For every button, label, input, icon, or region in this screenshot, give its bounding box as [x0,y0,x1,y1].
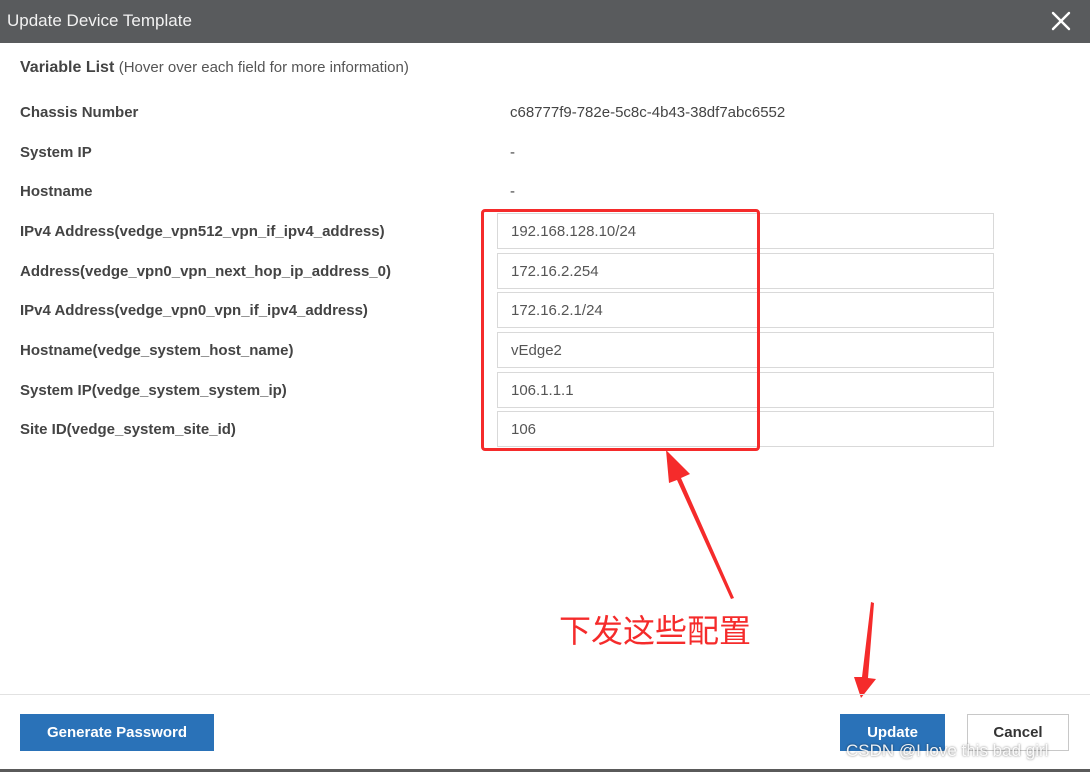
vpn0-ipv4-address-input[interactable] [497,292,994,328]
system-ip-var-input[interactable] [497,372,994,408]
close-icon[interactable] [1048,8,1074,34]
dialog-titlebar: Update Device Template [0,0,1090,43]
annotation-arrow-up-icon [666,450,734,599]
footer-divider [0,694,1090,695]
generate-password-button[interactable]: Generate Password [20,714,214,751]
vpn0-next-hop-address-input[interactable] [497,253,994,289]
vpn0-next-hop-address-label: Address(vedge_vpn0_vpn_next_hop_ip_addre… [20,263,391,280]
chassis-number-value: c68777f9-782e-5c8c-4b43-38df7abc6552 [510,104,786,121]
system-host-name-label: Hostname(vedge_system_host_name) [20,342,294,359]
dialog-title: Update Device Template [7,11,192,30]
vpn512-ipv4-address-label: IPv4 Address(vedge_vpn512_vpn_if_ipv4_ad… [20,223,385,240]
hostname-value: - [510,183,515,200]
vpn0-ipv4-address-label: IPv4 Address(vedge_vpn0_vpn_if_ipv4_addr… [20,302,368,319]
variable-list-title: Variable List [20,59,115,76]
vpn512-ipv4-address-input[interactable] [497,213,994,249]
site-id-input[interactable] [497,411,994,447]
variable-list-hint: (Hover over each field for more informat… [118,59,409,76]
annotation-text: 下发这些配置 [559,612,752,650]
variable-list-heading: Variable List (Hover over each field for… [20,59,409,77]
watermark: CSDN @I love this bad girl [846,741,1049,760]
site-id-label: Site ID(vedge_system_site_id) [20,421,236,438]
system-ip-value: - [510,144,515,161]
system-ip-var-label: System IP(vedge_system_system_ip) [20,382,287,399]
annotation-arrow-down-icon [854,602,876,698]
hostname-label: Hostname [20,183,93,200]
chassis-number-label: Chassis Number [20,104,139,121]
system-ip-label: System IP [20,144,92,161]
system-host-name-input[interactable] [497,332,994,368]
